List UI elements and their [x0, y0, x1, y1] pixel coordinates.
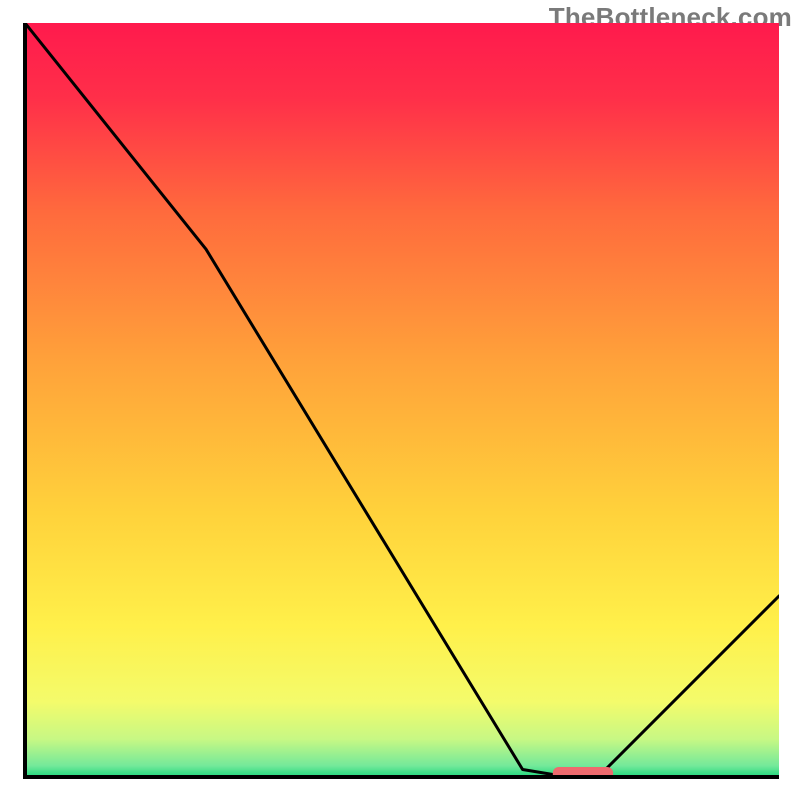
chart-svg — [23, 23, 779, 779]
plot-area — [23, 23, 779, 779]
gradient-background — [25, 23, 779, 777]
chart-stage: TheBottleneck.com — [0, 0, 800, 800]
